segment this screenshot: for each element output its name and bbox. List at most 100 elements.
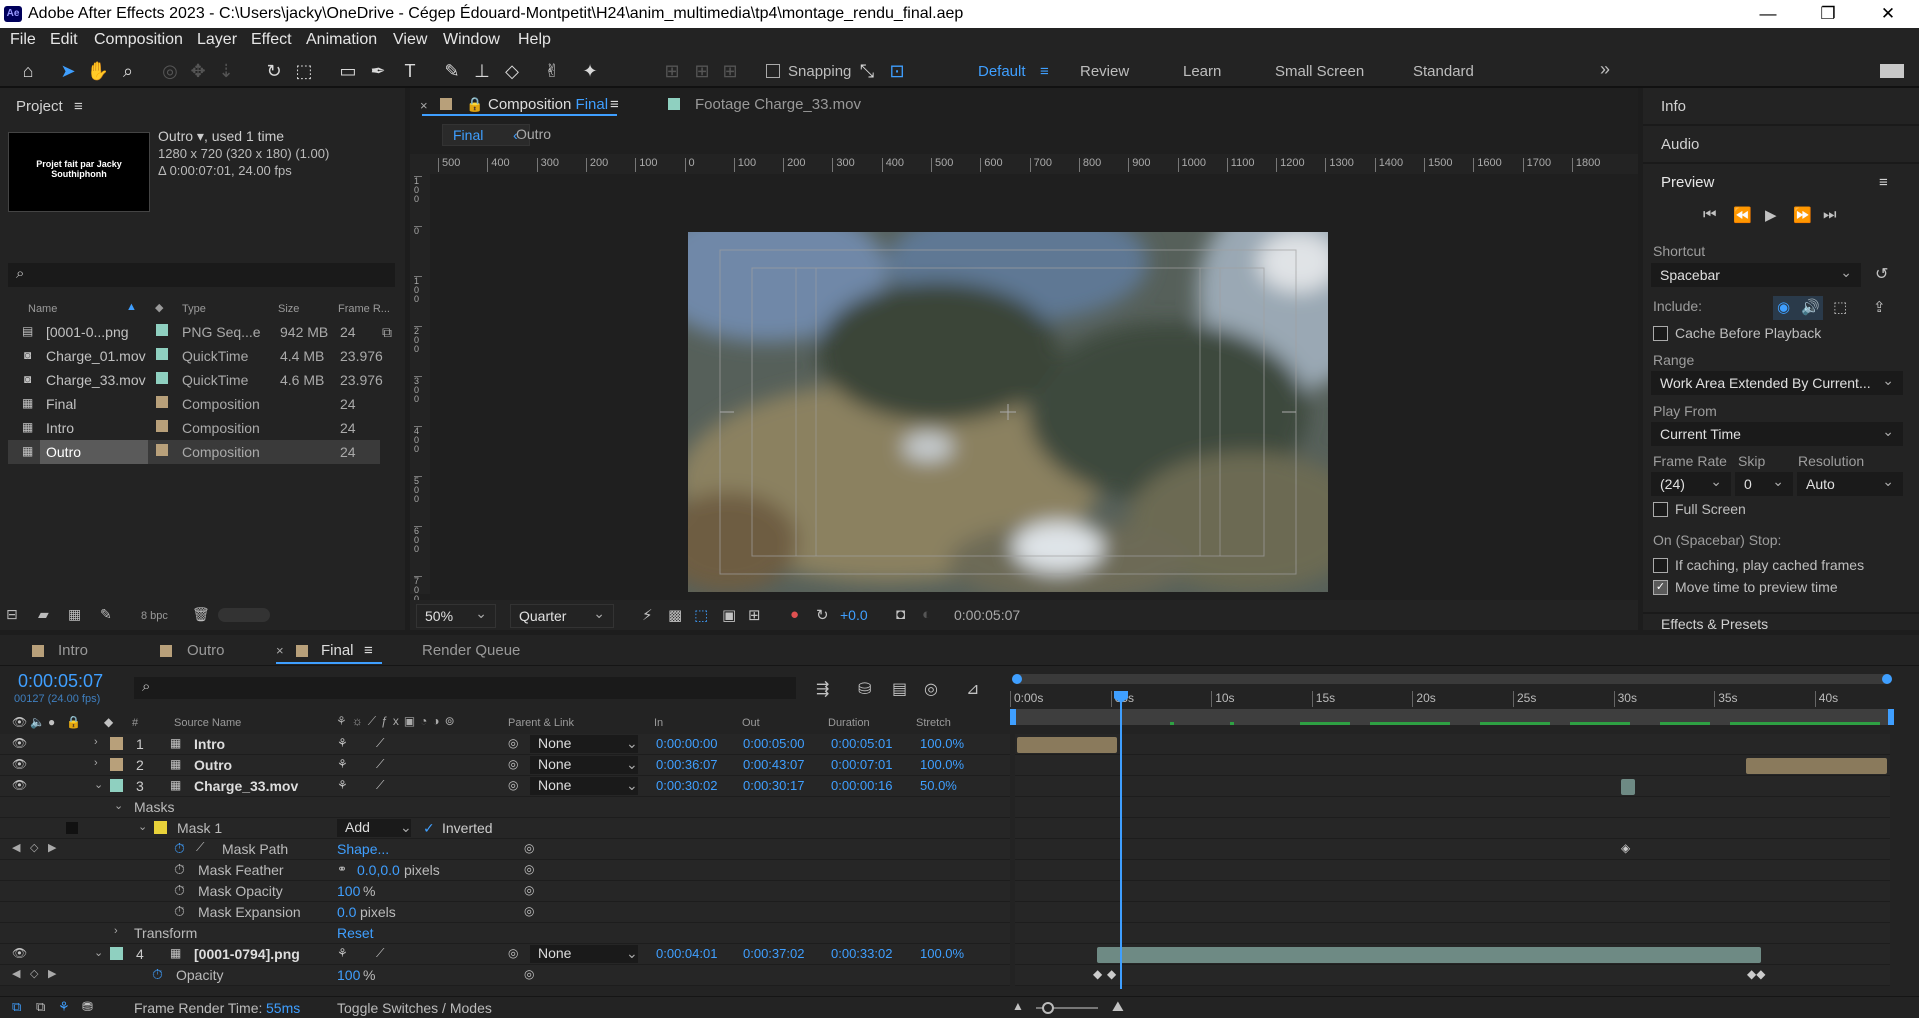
layer-stretch[interactable]: 100.0% bbox=[920, 736, 964, 751]
lock-icon[interactable]: 🔒 bbox=[466, 96, 483, 113]
track-layer-2[interactable] bbox=[1015, 755, 1890, 776]
layer-bar-outro[interactable] bbox=[1746, 758, 1887, 774]
range-dropdown[interactable]: Work Area Extended By Current... bbox=[1651, 371, 1903, 395]
workspace-menu-icon[interactable]: ≡ bbox=[1040, 63, 1049, 80]
rectangle-tool-icon[interactable]: ▭ bbox=[336, 59, 360, 83]
axis-view-icon[interactable]: ⊞ bbox=[718, 59, 742, 83]
shy-switch-icon[interactable]: ⚘ bbox=[337, 778, 348, 792]
clone-stamp-icon[interactable]: ⊥ bbox=[470, 59, 494, 83]
time-navigator[interactable] bbox=[1012, 674, 1892, 684]
menu-effect[interactable]: Effect bbox=[251, 31, 292, 49]
shortcut-dropdown[interactable]: Spacebar bbox=[1651, 263, 1861, 287]
pan-camera-icon[interactable]: ✥ bbox=[186, 59, 210, 83]
transfer-controls-pane-icon[interactable]: ⧉ bbox=[36, 999, 45, 1015]
mask-path-value[interactable]: Shape... bbox=[337, 841, 389, 857]
frame-rate-dropdown[interactable]: (24) bbox=[1651, 472, 1731, 496]
expression-pickwhip-icon[interactable]: ◎ bbox=[524, 841, 534, 855]
menu-edit[interactable]: Edit bbox=[50, 31, 78, 49]
pan-behind-icon[interactable]: ⬚ bbox=[292, 59, 316, 83]
sort-ascending-icon[interactable]: ▲ bbox=[126, 301, 137, 313]
layer-name[interactable]: Outro bbox=[194, 757, 232, 773]
info-panel-tab[interactable]: Info bbox=[1661, 98, 1686, 115]
grid-guides-icon[interactable]: ⊞ bbox=[748, 606, 761, 624]
column-frame-rate[interactable]: Frame R... bbox=[338, 303, 390, 315]
skip-dropdown[interactable]: 0 bbox=[1735, 472, 1793, 496]
layer-stretch[interactable]: 100.0% bbox=[920, 757, 964, 772]
label-color[interactable] bbox=[156, 324, 168, 336]
transparency-grid-icon[interactable]: ▩ bbox=[668, 606, 682, 624]
fast-previews-icon[interactable]: ⚡ bbox=[642, 606, 653, 624]
label-color[interactable] bbox=[156, 420, 168, 432]
previous-frame-icon[interactable]: ⏪ bbox=[1733, 206, 1752, 224]
quality-switch-icon[interactable]: ⟋ bbox=[376, 946, 384, 961]
label-column-icon[interactable]: ◆ bbox=[155, 301, 163, 314]
project-item-selected[interactable]: ▦ Outro Composition 24 bbox=[8, 440, 380, 464]
expression-pickwhip-icon[interactable]: ◎ bbox=[524, 883, 534, 897]
orbit-camera-icon[interactable]: ◎ bbox=[158, 59, 182, 83]
layer-row[interactable]: 👁 › 1 ▦ Intro ⚘ ⟋ ◎ None ⌄ 0:00:00:00 0:00:05:00 0:0… bbox=[0, 734, 1010, 755]
workspace-small-screen[interactable]: Small Screen bbox=[1275, 63, 1364, 80]
layer-name[interactable]: Intro bbox=[194, 736, 225, 752]
tab-final[interactable]: Final bbox=[321, 642, 354, 659]
work-area-bar[interactable] bbox=[1010, 709, 1894, 725]
shy-switch-icon[interactable]: ⚘ bbox=[337, 946, 348, 960]
next-keyframe-icon[interactable]: ▶ bbox=[48, 841, 56, 854]
interpret-footage-icon[interactable]: ⊟ bbox=[6, 606, 18, 623]
layer-row[interactable]: 👁 › 2 ▦ Outro ⚘ ⟋ ◎ None ⌄ 0:00:36:07 0:00:43:07 0:0… bbox=[0, 755, 1010, 776]
type-tool-icon[interactable]: T bbox=[398, 59, 422, 83]
tab-outro[interactable]: Outro bbox=[187, 642, 225, 659]
parent-dropdown[interactable]: None bbox=[530, 756, 638, 774]
project-item[interactable]: ▦ Final Composition 24 bbox=[8, 392, 403, 416]
shy-layers-icon[interactable]: ▤ bbox=[892, 679, 907, 699]
mask-visibility-icon[interactable]: ⬚ bbox=[694, 606, 708, 624]
flowchart-icon[interactable]: ⧉ bbox=[382, 324, 392, 341]
snap-edges-icon[interactable]: ⤡ bbox=[855, 59, 879, 83]
shy-switch-icon[interactable]: ⚘ bbox=[337, 736, 348, 750]
minimize-button[interactable]: — bbox=[1745, 2, 1791, 26]
footage-tab[interactable]: Footage Charge_33.mov bbox=[695, 96, 861, 113]
parent-dropdown[interactable]: None bbox=[530, 735, 638, 753]
play-from-dropdown[interactable]: Current Time bbox=[1651, 422, 1903, 446]
parent-dropdown[interactable]: None bbox=[530, 945, 638, 963]
collapse-panels-icon[interactable] bbox=[1880, 64, 1904, 78]
mask-expansion-value[interactable]: 0.0 bbox=[337, 904, 356, 920]
column-size[interactable]: Size bbox=[278, 303, 299, 315]
in-column[interactable]: In bbox=[654, 717, 663, 729]
thumbnail-size-slider[interactable] bbox=[218, 608, 270, 622]
time-ruler[interactable]: 0:00s05s10s15s20s25s30s35s40s bbox=[1010, 689, 1894, 709]
brush-tool-icon[interactable]: ✎ bbox=[440, 59, 464, 83]
move-time-checkbox[interactable]: ✓ bbox=[1653, 580, 1668, 595]
layer-duration[interactable]: 0:00:33:02 bbox=[831, 946, 892, 961]
zoom-tool-icon[interactable]: ⌕ bbox=[116, 59, 140, 83]
channel-icon[interactable]: ● bbox=[790, 606, 799, 623]
layer-label-color[interactable] bbox=[110, 737, 123, 750]
region-of-interest-icon[interactable]: ▣ bbox=[722, 606, 736, 624]
menu-composition[interactable]: Composition bbox=[94, 31, 183, 49]
puppet-pin-icon[interactable]: ✦ bbox=[578, 59, 602, 83]
stopwatch-icon[interactable]: ⏱ bbox=[174, 840, 185, 857]
menu-layer[interactable]: Layer bbox=[197, 31, 237, 49]
graph-editor-icon[interactable]: ⊿ bbox=[966, 679, 979, 699]
layer-bar-intro[interactable] bbox=[1017, 737, 1117, 753]
expand-chevron-icon[interactable]: ⌄ bbox=[114, 799, 123, 812]
composition-tab[interactable]: Composition Final bbox=[488, 96, 608, 113]
timeline-search-input[interactable]: ⌕ bbox=[134, 677, 796, 699]
prev-keyframe-icon[interactable]: ◀ bbox=[12, 967, 20, 980]
menu-animation[interactable]: Animation bbox=[306, 31, 377, 49]
include-audio-icon[interactable]: 🔊 bbox=[1801, 298, 1820, 316]
mask-color-swatch[interactable] bbox=[154, 821, 167, 834]
exposure-value[interactable]: +0.0 bbox=[840, 607, 868, 623]
menu-window[interactable]: Window bbox=[443, 31, 500, 49]
workspace-learn[interactable]: Learn bbox=[1183, 63, 1221, 80]
bit-depth-label[interactable]: 8 bpc bbox=[141, 610, 168, 622]
maximize-button[interactable]: ❐ bbox=[1805, 2, 1851, 26]
new-folder-icon[interactable]: ▰ bbox=[38, 606, 49, 623]
visibility-eye-icon[interactable]: 👁 bbox=[12, 778, 27, 792]
composition-mini-flowchart-icon[interactable]: ⇶ bbox=[816, 679, 829, 699]
visibility-eye-icon[interactable]: 👁 bbox=[12, 736, 27, 750]
label-color[interactable] bbox=[156, 396, 168, 408]
pick-whip-icon[interactable]: ◎ bbox=[508, 946, 518, 960]
project-panel-title[interactable]: Project bbox=[16, 98, 63, 115]
show-snapshot-icon[interactable]: ◐ bbox=[922, 606, 931, 623]
constrain-link-icon[interactable]: ⚭ bbox=[337, 862, 347, 876]
